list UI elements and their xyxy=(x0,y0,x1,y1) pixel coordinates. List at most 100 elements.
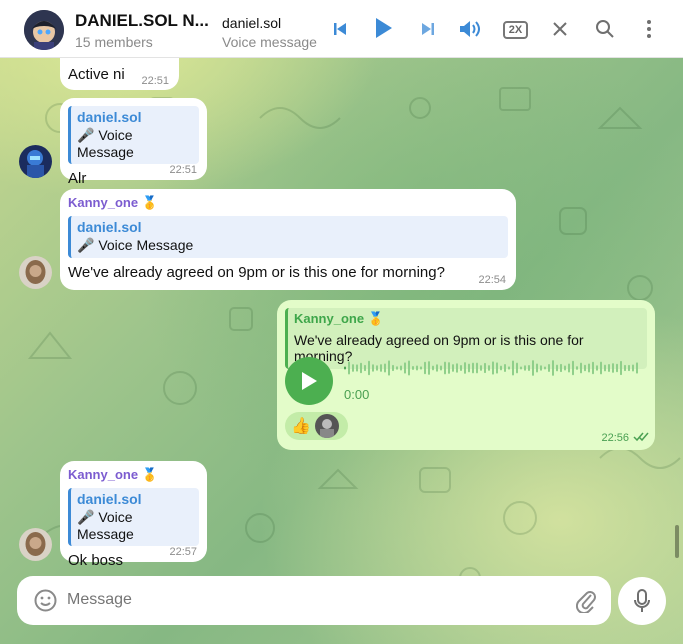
waveform-bar xyxy=(344,366,346,370)
waveform-bar xyxy=(604,364,606,372)
reply-quote[interactable]: daniel.sol 🎤 Voice Message xyxy=(68,216,508,258)
waveform-bar xyxy=(516,362,518,374)
group-avatar[interactable] xyxy=(24,10,64,50)
read-checkmark-icon xyxy=(633,432,649,442)
waveform-bar xyxy=(508,366,510,370)
volume-icon[interactable] xyxy=(458,17,482,41)
waveform-bar xyxy=(580,362,582,374)
waveform-bar xyxy=(432,365,434,371)
waveform-bar xyxy=(480,365,482,371)
waveform-bar xyxy=(404,362,406,374)
waveform-bar xyxy=(636,362,638,374)
close-icon[interactable] xyxy=(548,17,572,41)
waveform-bar xyxy=(600,361,602,375)
message-time: 22:56 xyxy=(601,432,629,444)
message-time: 22:54 xyxy=(478,274,506,286)
chat-header: DANIEL.SOL N... 15 members daniel.sol Vo… xyxy=(0,0,683,58)
waveform-bar xyxy=(488,365,490,371)
waveform-bar xyxy=(556,364,558,372)
waveform-bar xyxy=(524,365,526,371)
outgoing-voice-message[interactable]: Kanny_one 🥇 We've already agreed on 9pm … xyxy=(277,300,655,450)
waveform-bar xyxy=(596,365,598,371)
reaction-emoji: 👍 xyxy=(291,418,311,435)
waveform-bar xyxy=(564,365,566,371)
waveform-bar xyxy=(496,362,498,374)
message-bubble[interactable]: Kanny_one 🥇 daniel.sol 🎤 Voice Message W… xyxy=(60,189,516,290)
waveform-bar xyxy=(520,366,522,370)
waveform-bar xyxy=(460,365,462,371)
more-vertical-icon[interactable] xyxy=(637,17,661,41)
waveform-bar xyxy=(544,366,546,370)
reply-text: 🎤 Voice Message xyxy=(77,509,134,542)
message-bubble[interactable]: Kanny_one 🥇 daniel.sol 🎤 Voice Message O… xyxy=(60,461,207,569)
waveform-bar xyxy=(628,364,630,372)
waveform-bar xyxy=(492,361,494,375)
message-bubble[interactable]: daniel.sol 🎤 Voice Message Alr 22:51 xyxy=(60,98,207,187)
waveform-bar xyxy=(428,361,430,375)
attach-icon[interactable] xyxy=(576,589,596,613)
waveform-bar xyxy=(420,366,422,370)
sender-name[interactable]: Kanny_one 🥇 xyxy=(68,467,199,483)
waveform-bar xyxy=(560,363,562,373)
playback-speed-button[interactable]: 2X xyxy=(503,21,528,39)
waveform-bar xyxy=(548,364,550,372)
waveform-bar xyxy=(416,365,418,371)
avatar[interactable] xyxy=(19,528,52,561)
emoji-icon[interactable] xyxy=(34,589,57,612)
avatar[interactable] xyxy=(19,145,52,178)
waveform-bar xyxy=(388,360,390,376)
chat-title[interactable]: DANIEL.SOL N... xyxy=(75,11,210,31)
waveform-bar xyxy=(348,361,350,375)
waveform-bar xyxy=(540,365,542,371)
reply-quote[interactable]: daniel.sol 🎤 Voice Message xyxy=(68,488,199,546)
message-bubble[interactable]: Active ni 22:51 xyxy=(60,58,179,90)
waveform-bar xyxy=(584,364,586,372)
waveform-bar xyxy=(512,360,514,376)
waveform-bar xyxy=(440,365,442,371)
waveform-bar xyxy=(352,364,354,372)
reply-text: 🎤 Voice Message xyxy=(77,127,134,160)
waveform-bar xyxy=(632,364,634,372)
scrollbar[interactable] xyxy=(675,525,679,558)
waveform-bar xyxy=(472,362,474,374)
waveform-bar xyxy=(620,360,622,376)
waveform-bar xyxy=(452,364,454,372)
waveform-bar xyxy=(392,364,394,372)
avatar xyxy=(314,414,339,438)
voice-waveform[interactable] xyxy=(344,357,644,379)
message-text: We've already agreed on 9pm or is this o… xyxy=(68,264,445,281)
waveform-bar xyxy=(576,366,578,370)
play-icon[interactable] xyxy=(371,16,395,40)
avatar[interactable] xyxy=(19,256,52,289)
search-icon[interactable] xyxy=(593,17,617,41)
message-composer xyxy=(17,576,611,625)
waveform-bar xyxy=(476,362,478,374)
audio-player-title[interactable]: daniel.sol xyxy=(222,15,281,31)
waveform-bar xyxy=(448,362,450,374)
message-input[interactable] xyxy=(67,588,557,612)
voice-play-button[interactable] xyxy=(285,357,333,405)
waveform-bar xyxy=(500,365,502,371)
message-time: 22:57 xyxy=(169,546,197,558)
waveform-bar xyxy=(572,360,574,376)
skip-previous-icon[interactable] xyxy=(328,17,352,41)
waveform-bar xyxy=(444,361,446,375)
waveform-bar xyxy=(368,360,370,376)
audio-player-subtitle: Voice message xyxy=(222,34,317,50)
waveform-bar xyxy=(396,366,398,370)
reply-author: Kanny_one 🥇 xyxy=(294,311,384,326)
waveform-bar xyxy=(528,365,530,371)
waveform-bar xyxy=(464,362,466,374)
reaction-chip[interactable]: 👍 xyxy=(285,412,348,440)
message-time: 22:51 xyxy=(141,75,169,87)
waveform-bar xyxy=(468,363,470,373)
speed-label: 2X xyxy=(508,24,523,36)
reply-quote[interactable]: daniel.sol 🎤 Voice Message xyxy=(68,106,199,164)
sender-name[interactable]: Kanny_one 🥇 xyxy=(68,195,508,211)
reply-author: daniel.sol xyxy=(77,491,142,507)
voice-record-button[interactable] xyxy=(618,577,666,625)
waveform-bar xyxy=(380,364,382,372)
microphone-icon xyxy=(634,589,650,612)
skip-next-icon[interactable] xyxy=(416,17,440,41)
waveform-bar xyxy=(436,364,438,372)
